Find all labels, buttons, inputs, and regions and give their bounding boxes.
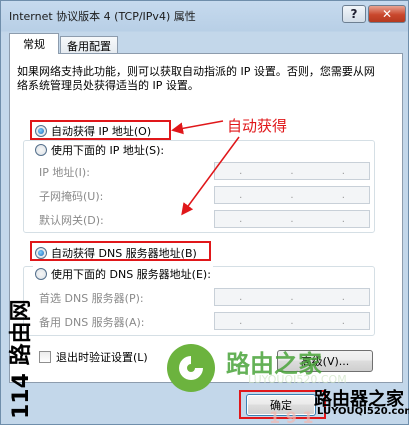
- validate-on-exit-checkbox[interactable]: [39, 351, 51, 363]
- description-text: 如果网络支持此功能，则可以获取自动指派的 IP 设置。否则，您需要从网络系统管理…: [17, 65, 375, 92]
- manual-dns-label: 使用下面的 DNS 服务器地址(E):: [51, 268, 211, 281]
- alternate-dns-label: 备用 DNS 服务器(A):: [39, 316, 145, 329]
- annotation-text: 自动获得: [227, 117, 288, 135]
- ip-address-field[interactable]: ...: [214, 162, 370, 180]
- close-button[interactable]: ✕: [368, 5, 406, 23]
- default-gateway-label: 默认网关(D):: [39, 214, 104, 227]
- manual-ip-label: 使用下面的 IP 地址(S):: [51, 144, 165, 157]
- help-icon: ?: [350, 7, 358, 21]
- validate-on-exit-row[interactable]: 退出时验证设置(L): [39, 349, 148, 365]
- preferred-dns-field[interactable]: ...: [214, 288, 370, 306]
- tab-general[interactable]: 常规: [9, 33, 59, 54]
- manual-ip-radio[interactable]: [35, 144, 47, 156]
- router-home-logo-icon: [167, 344, 215, 392]
- validate-on-exit-label: 退出时验证设置(L): [56, 351, 148, 364]
- manual-ip-radio-row[interactable]: 使用下面的 IP 地址(S):: [33, 142, 167, 158]
- default-gateway-field[interactable]: ...: [214, 210, 370, 228]
- watermark-brand-url: LUYOUQI520.com: [317, 406, 409, 417]
- watermark-ghost-text: 1 9 1: [269, 408, 314, 425]
- preferred-dns-label: 首选 DNS 服务器(P):: [39, 292, 144, 305]
- watermark-side-text: 114 路由网: [9, 299, 34, 419]
- alternate-dns-field[interactable]: ...: [214, 312, 370, 330]
- close-icon: ✕: [381, 7, 393, 21]
- auto-ip-highlight: [30, 120, 171, 140]
- subnet-mask-field[interactable]: ...: [214, 186, 370, 204]
- dialog-window: Internet 协议版本 4 (TCP/IPv4) 属性 ? ✕ 常规 备用配…: [0, 0, 409, 425]
- subnet-mask-label: 子网掩码(U):: [39, 190, 104, 203]
- manual-dns-radio[interactable]: [35, 268, 47, 280]
- ip-address-label: IP 地址(I):: [39, 166, 90, 179]
- help-button[interactable]: ?: [342, 5, 366, 23]
- window-title: Internet 协议版本 4 (TCP/IPv4) 属性: [9, 10, 196, 23]
- auto-dns-highlight: [30, 241, 211, 261]
- manual-dns-radio-row[interactable]: 使用下面的 DNS 服务器地址(E):: [33, 266, 213, 282]
